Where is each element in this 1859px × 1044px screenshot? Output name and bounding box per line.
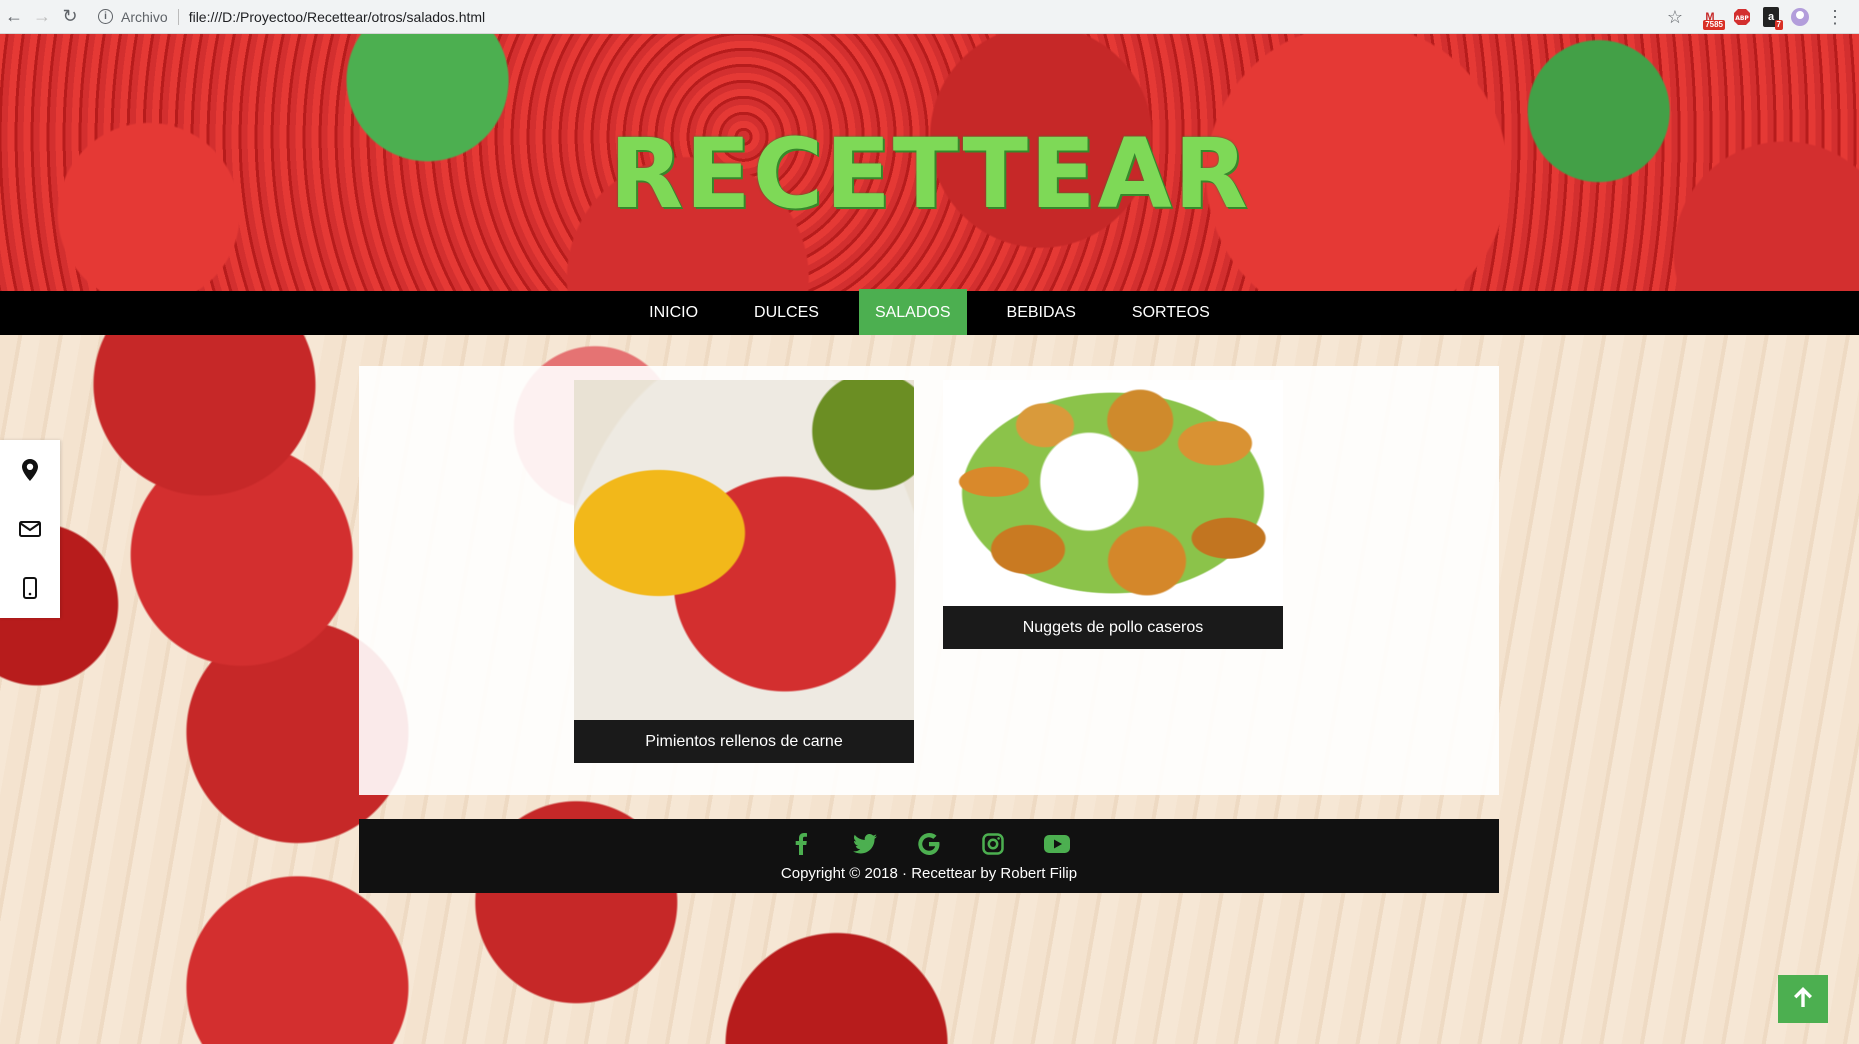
recipe-image-nuggets[interactable] — [943, 380, 1283, 606]
footer: Copyright © 2018 · Recettear by Robert F… — [359, 819, 1499, 893]
url-text[interactable]: file:///D:/Proyectoo/Recettear/otros/sal… — [189, 9, 485, 25]
recipe-title[interactable]: Pimientos rellenos de carne — [574, 720, 914, 763]
recipe-image-pimientos[interactable] — [574, 380, 914, 720]
main-nav: INICIO DULCES SALADOS BEBIDAS SORTEOS — [0, 289, 1859, 337]
info-icon[interactable]: i — [98, 9, 113, 24]
adblock-icon[interactable]: ABP — [1731, 7, 1753, 27]
amazon-icon[interactable]: a7 — [1763, 7, 1783, 30]
back-to-top-button[interactable] — [1778, 975, 1828, 1023]
forward-icon[interactable]: → — [28, 3, 56, 31]
youtube-icon[interactable] — [1041, 833, 1073, 855]
recipe-card-pimientos[interactable]: Pimientos rellenos de carne — [574, 380, 914, 763]
gmail-badge: 7585 — [1703, 20, 1725, 30]
arrow-up-icon — [1793, 986, 1813, 1013]
browser-extensions: ☆ M 7585 ABP a7 ⋮ — [1661, 0, 1859, 34]
nav-item-inicio[interactable]: INICIO — [633, 291, 714, 335]
site-title: RECETTEAR — [609, 118, 1250, 230]
social-links — [359, 819, 1499, 855]
browser-toolbar: ← → ↻ i Archivo file:///D:/Proyectoo/Rec… — [0, 0, 1859, 34]
nav-item-salados[interactable]: SALADOS — [858, 289, 967, 337]
nav-item-bebidas[interactable]: BEBIDAS — [991, 291, 1092, 335]
profile-avatar-icon[interactable] — [1789, 7, 1811, 27]
svg-text:ABP: ABP — [1735, 15, 1749, 22]
address-bar[interactable]: i Archivo file:///D:/Proyectoo/Recettear… — [98, 4, 485, 30]
recipe-title[interactable]: Nuggets de pollo caseros — [943, 606, 1283, 649]
copyright-text: Copyright © 2018 · Recettear by Robert F… — [780, 865, 1078, 882]
facebook-icon[interactable] — [785, 833, 817, 855]
omnibox-divider — [177, 8, 179, 25]
menu-icon[interactable]: ⋮ — [1821, 3, 1849, 31]
nav-item-dulces[interactable]: DULCES — [738, 291, 835, 335]
gmail-icon[interactable]: M 7585 — [1699, 7, 1725, 30]
envelope-icon[interactable] — [15, 514, 45, 544]
recipe-card-nuggets[interactable]: Nuggets de pollo caseros — [943, 380, 1283, 649]
reload-icon[interactable]: ↻ — [56, 3, 84, 31]
hero-banner: RECETTEAR — [0, 34, 1859, 291]
bookmark-star-icon[interactable]: ☆ — [1661, 3, 1689, 31]
amazon-badge: 7 — [1774, 20, 1783, 30]
instagram-icon[interactable] — [977, 833, 1009, 855]
map-marker-icon[interactable] — [15, 455, 45, 485]
nav-item-sorteos[interactable]: SORTEOS — [1116, 291, 1226, 335]
mobile-phone-icon[interactable] — [15, 573, 45, 603]
google-icon[interactable] — [913, 833, 945, 855]
contact-sidebar — [0, 440, 60, 618]
twitter-icon[interactable] — [849, 833, 881, 855]
recipes-panel: Pimientos rellenos de carne Nuggets de p… — [359, 366, 1499, 795]
back-icon[interactable]: ← — [0, 3, 28, 31]
security-label: Archivo — [121, 8, 168, 25]
